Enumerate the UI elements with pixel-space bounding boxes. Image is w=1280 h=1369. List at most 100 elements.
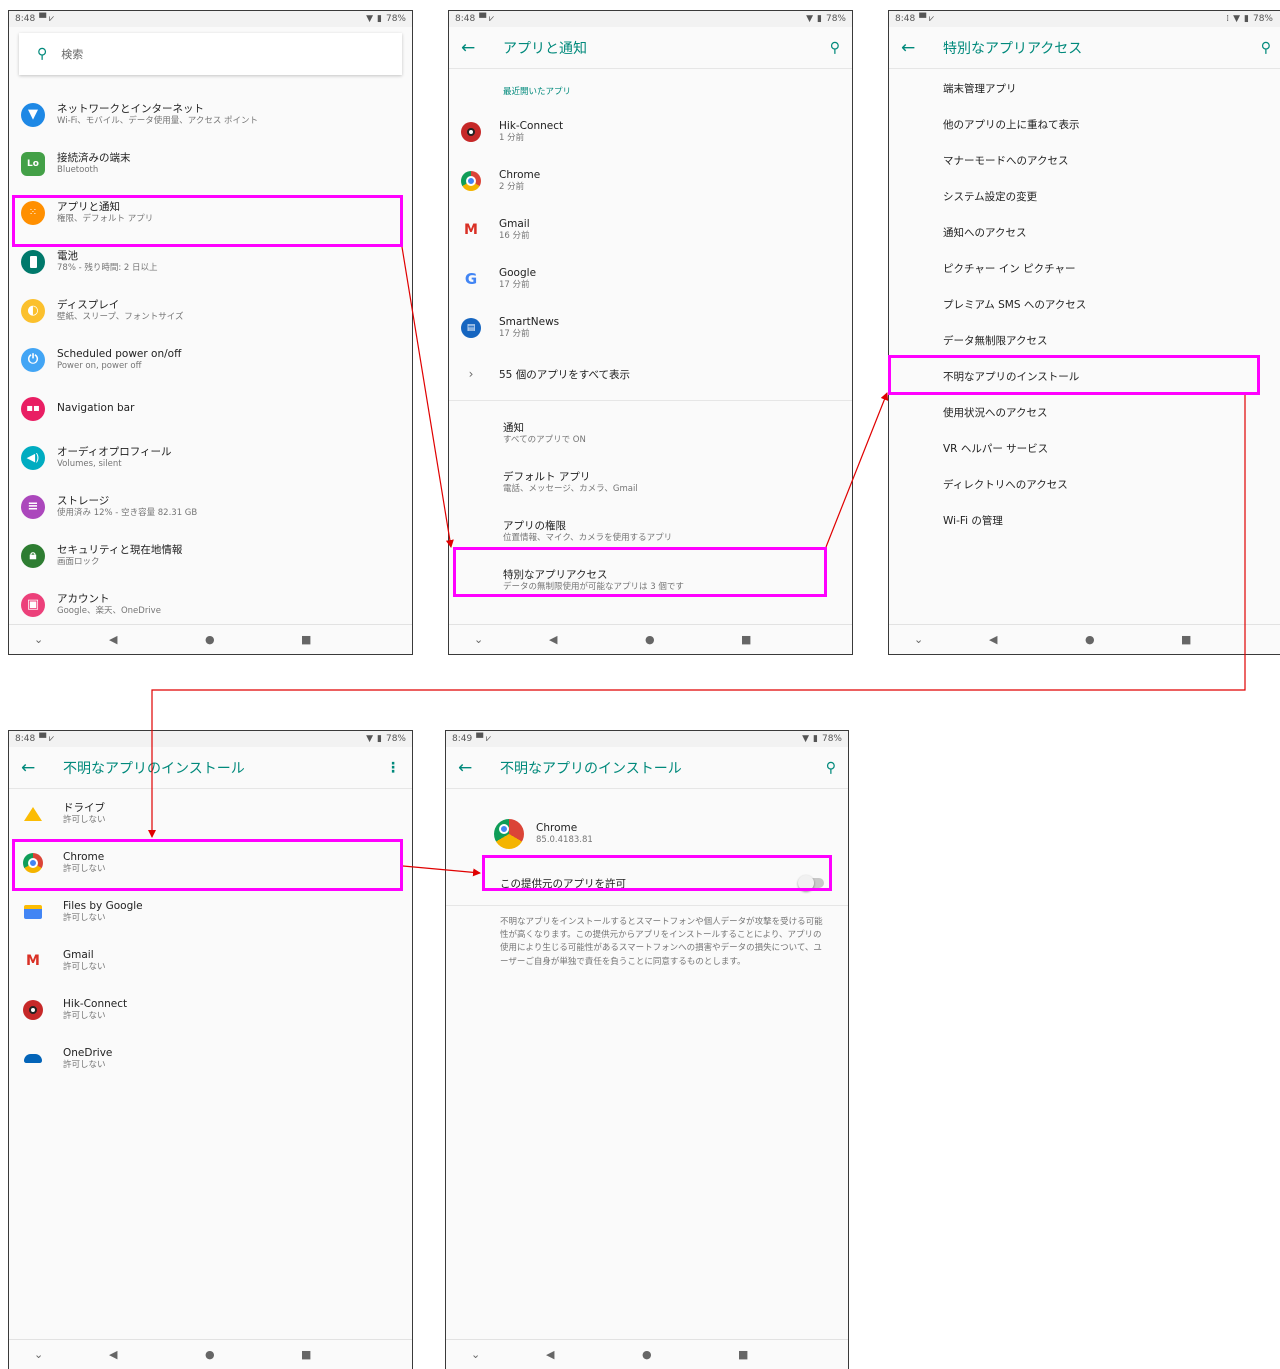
access-item[interactable]: システム設定の変更	[889, 178, 1280, 214]
access-item[interactable]: マナーモードへのアクセス	[889, 142, 1280, 178]
search-icon[interactable]: ⚲	[826, 760, 836, 776]
recent-app-gmail[interactable]: M Gmail 16 分前	[449, 205, 852, 254]
clock: 8:48	[895, 14, 916, 24]
special-access-list: 端末管理アプリ 他のアプリの上に重ねて表示 マナーモードへのアクセス システム設…	[889, 69, 1280, 538]
app-row-files[interactable]: Files by Google 許可しない	[9, 887, 412, 936]
access-item[interactable]: ディレクトリへのアクセス	[889, 466, 1280, 502]
system-nav-bar: ⌄ ◀ ● ■	[449, 624, 852, 654]
app-row-drive[interactable]: ドライブ 許可しない	[9, 789, 412, 838]
access-item[interactable]: 使用状況へのアクセス	[889, 394, 1280, 430]
recent-app-smartnews[interactable]: ▤ SmartNews 17 分前	[449, 303, 852, 352]
settings-item-accounts[interactable]: ▣ アカウント Google、楽天、OneDrive	[9, 580, 412, 629]
battery-level: 78%	[385, 14, 406, 24]
chevron-down-icon[interactable]: ⌄	[34, 1348, 43, 1361]
back-nav-icon[interactable]: ◀	[549, 633, 557, 646]
battery-icon: ▮	[377, 734, 382, 744]
app-row-chrome[interactable]: Chrome 許可しない	[9, 838, 412, 887]
item-special-app-access[interactable]: 特別なアプリアクセス データの無制限使用が可能なアプリは 3 個です	[449, 556, 852, 605]
item-subtitle: 画面ロック	[57, 556, 100, 567]
back-arrow-icon[interactable]: ←	[21, 758, 49, 778]
app-row-onedrive[interactable]: OneDrive 許可しない	[9, 1034, 412, 1083]
settings-item-apps-notifications[interactable]: ⁙ アプリと通知 権限、デフォルト アプリ	[9, 188, 412, 237]
settings-item-network[interactable]: ▼ ネットワークとインターネット Wi-Fi、モバイル、データ使用量、アクセス ポイ…	[9, 90, 412, 139]
item-subtitle: 権限、デフォルト アプリ	[57, 213, 154, 224]
recents-nav-icon[interactable]: ■	[1181, 633, 1191, 646]
search-icon[interactable]: ⚲	[830, 40, 840, 56]
recent-app-google[interactable]: G Google 17 分前	[449, 254, 852, 303]
search-icon[interactable]: ⚲	[1261, 40, 1271, 56]
show-all-apps[interactable]: › 55 個のアプリをすべて表示	[449, 352, 852, 396]
access-item[interactable]: データ無制限アクセス	[889, 322, 1280, 358]
recents-nav-icon[interactable]: ■	[301, 1348, 311, 1361]
item-default-apps[interactable]: デフォルト アプリ 電話、メッセージ、カメラ、Gmail	[449, 458, 852, 507]
home-nav-icon[interactable]: ●	[1085, 633, 1095, 646]
item-subtitle: Volumes, silent	[57, 458, 122, 469]
item-app-permissions[interactable]: アプリの権限 位置情報、マイク、カメラを使用するアプリ	[449, 507, 852, 556]
access-item[interactable]: 通知へのアクセス	[889, 214, 1280, 250]
back-nav-icon[interactable]: ◀	[109, 633, 117, 646]
recents-nav-icon[interactable]: ■	[738, 1348, 748, 1361]
chevron-right-icon: ›	[468, 367, 474, 381]
access-item[interactable]: VR ヘルパー サービス	[889, 430, 1280, 466]
chevron-down-icon[interactable]: ⌄	[471, 1348, 480, 1361]
chevron-down-icon[interactable]: ⌄	[914, 633, 923, 646]
allow-from-source-toggle[interactable]	[798, 875, 824, 891]
storage-icon: ≡	[21, 494, 45, 519]
recent-app-chrome[interactable]: Chrome 2 分前	[449, 156, 852, 205]
overflow-menu-icon[interactable]: ⋮	[386, 760, 400, 776]
recents-nav-icon[interactable]: ■	[301, 633, 311, 646]
battery-icon: ▮	[817, 14, 822, 24]
back-arrow-icon[interactable]: ←	[458, 758, 486, 778]
access-item[interactable]: Wi-Fi の管理	[889, 502, 1280, 538]
settings-item-security[interactable]: 🔒︎ セキュリティと現在地情報 画面ロック	[9, 531, 412, 580]
app-status: 許可しない	[63, 814, 106, 825]
page-title: アプリと通知	[503, 40, 587, 57]
item-title: 電池	[57, 249, 78, 262]
chevron-down-icon[interactable]: ⌄	[474, 633, 483, 646]
access-item[interactable]: 端末管理アプリ	[889, 70, 1280, 106]
system-nav-bar: ⌄ ◀ ● ■	[9, 1339, 412, 1369]
access-item[interactable]: プレミアム SMS へのアクセス	[889, 286, 1280, 322]
home-nav-icon[interactable]: ●	[642, 1348, 652, 1361]
home-nav-icon[interactable]: ●	[205, 633, 215, 646]
home-nav-icon[interactable]: ●	[205, 1348, 215, 1361]
screen-settings: 8:48 ▀ ⩗ ▼ ▮ 78% ⚲ 検索 ▼ ネットワークとインターネット Wi-Fi、…	[8, 10, 413, 655]
item-subtitle: Bluetooth	[57, 164, 99, 175]
allow-from-source-row[interactable]: この提供元のアプリを許可	[446, 863, 848, 903]
settings-item-audio-profile[interactable]: ◀) オーディオプロフィール Volumes, silent	[9, 433, 412, 482]
recent-app-hik-connect[interactable]: Hik-Connect 1 分前	[449, 107, 852, 156]
settings-item-storage[interactable]: ≡ ストレージ 使用済み 12% - 空き容量 82.31 GB	[9, 482, 412, 531]
access-item[interactable]: ピクチャー イン ピクチャー	[889, 250, 1280, 286]
back-arrow-icon[interactable]: ←	[901, 38, 929, 58]
settings-item-battery[interactable]: 電池 78% - 残り時間: 2 日以上	[9, 237, 412, 286]
access-item-install-unknown-apps[interactable]: 不明なアプリのインストール	[889, 358, 1280, 394]
item-subtitle: 電話、メッセージ、カメラ、Gmail	[503, 483, 638, 494]
back-nav-icon[interactable]: ◀	[989, 633, 997, 646]
settings-item-scheduled-power[interactable]: ⏻ Scheduled power on/off Power on, power o…	[9, 335, 412, 384]
app-row-hik-connect[interactable]: Hik-Connect 許可しない	[9, 985, 412, 1034]
back-nav-icon[interactable]: ◀	[546, 1348, 554, 1361]
apps-grid-icon: ⁙	[21, 200, 45, 225]
app-name: Files by Google	[63, 899, 143, 912]
home-nav-icon[interactable]: ●	[645, 633, 655, 646]
back-arrow-icon[interactable]: ←	[461, 38, 489, 58]
item-title: アプリと通知	[57, 200, 120, 213]
warning-text: 不明なアプリをインストールするとスマートフォンや個人データが攻撃を受ける可能性が…	[446, 905, 848, 969]
settings-item-navigation-bar[interactable]: ▪▪ Navigation bar	[9, 384, 412, 433]
smartnews-icon: ▤	[461, 317, 481, 338]
chrome-icon	[494, 819, 524, 849]
app-row-gmail[interactable]: M Gmail 許可しない	[9, 936, 412, 985]
item-title: アプリの権限	[503, 519, 566, 532]
notification-icon: ▀ ⩗	[39, 734, 55, 744]
clock: 8:48	[15, 14, 36, 24]
settings-item-connected-devices[interactable]: Lo 接続済みの端末 Bluetooth	[9, 139, 412, 188]
access-item[interactable]: 他のアプリの上に重ねて表示	[889, 106, 1280, 142]
recent-apps-header: 最近開いたアプリ	[503, 87, 572, 97]
search-bar[interactable]: ⚲ 検索	[19, 33, 402, 75]
chevron-down-icon[interactable]: ⌄	[34, 633, 43, 646]
recents-nav-icon[interactable]: ■	[741, 633, 751, 646]
back-nav-icon[interactable]: ◀	[109, 1348, 117, 1361]
settings-item-display[interactable]: ◐ ディスプレイ 壁紙、スリープ、フォントサイズ	[9, 286, 412, 335]
item-title: Navigation bar	[57, 401, 135, 414]
item-notifications[interactable]: 通知 すべてのアプリで ON	[449, 409, 852, 458]
